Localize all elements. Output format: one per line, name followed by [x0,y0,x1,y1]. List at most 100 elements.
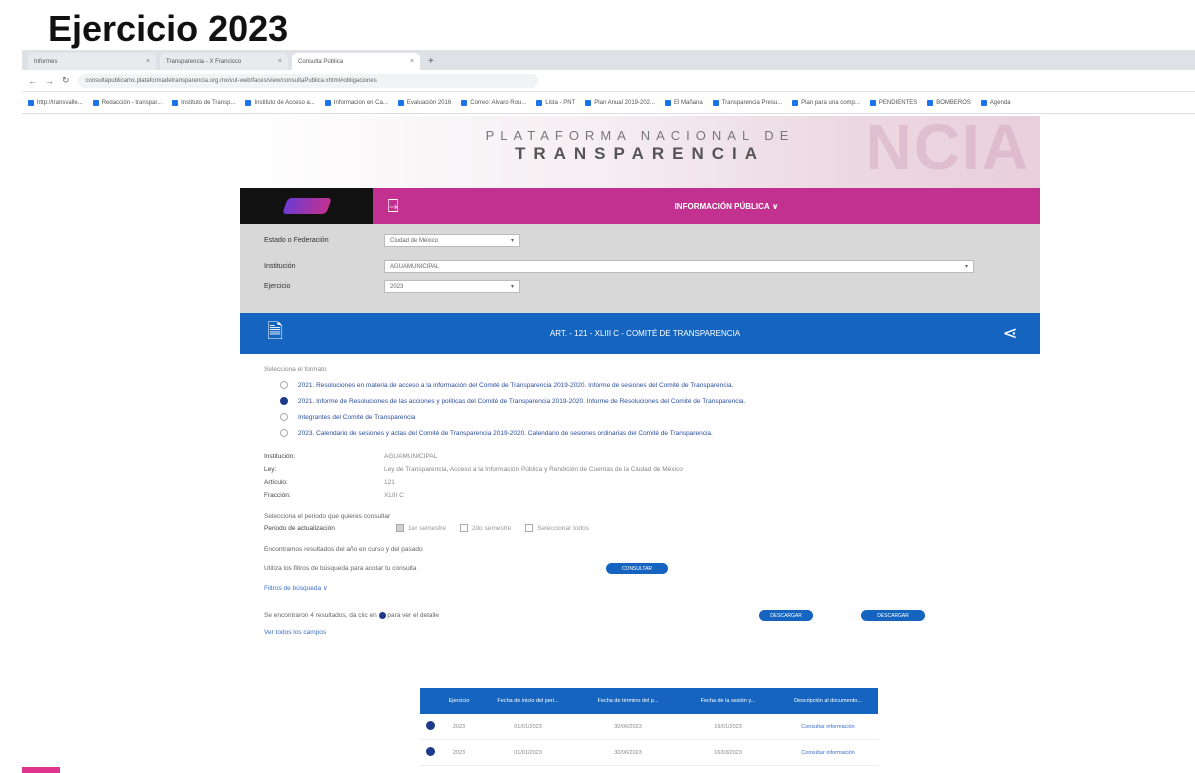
bookmarks-bar: http://transvalle... Redacción - transpa… [22,92,1195,114]
period-option-label: 1er semestre [408,524,446,532]
table-header-cell[interactable]: Fecha de inicio del peri... [478,698,578,704]
tab-label: Informes [34,58,58,65]
bookmark-item[interactable]: Transparencia Presu... [712,99,782,106]
bookmark-item[interactable]: Plan para una comp... [792,99,860,106]
article-bar: 🗎 ART. - 121 - XLIII C - COMITÉ DE TRANS… [240,313,1040,354]
bookmark-item[interactable]: Correo: Alvaro Rou... [461,99,526,106]
bookmark-icon [245,99,252,106]
radio-button[interactable] [280,381,288,389]
period-option[interactable]: 1er semestre [396,524,446,532]
format-option[interactable]: Integrantes del Comité de Transparencia [280,413,1016,421]
bookmark-item[interactable]: Agenda [980,99,1011,106]
table-cell-link[interactable]: Consultar información [778,724,878,730]
new-tab-icon[interactable]: + [428,56,434,70]
filters-hint: Utiliza los filtros de búsqueda para aco… [264,565,417,572]
bookmark-item[interactable]: BOMBEROS [927,99,971,106]
meta-value: Ley de Transparencia, Acceso a la Inform… [384,466,683,473]
close-icon[interactable]: × [146,58,150,65]
browser-tab-active[interactable]: Consulta Pública × [292,53,420,70]
meta-key: Institución: [264,453,296,460]
chevron-down-icon: ▾ [964,264,968,270]
formats-label: Selecciona el formato [264,366,327,373]
radio-button[interactable] [280,413,288,421]
table-cell-link[interactable]: Consultar información [778,750,878,756]
share-icon[interactable]: ⋖ [980,323,1040,344]
close-icon[interactable]: × [410,58,414,65]
reload-icon[interactable]: ↻ [62,75,70,86]
radio-button[interactable] [280,429,288,437]
institucion-select[interactable]: AGUAMUNICIPAL ▾ [384,260,974,273]
table-header-cell[interactable]: Ejercicio [440,698,478,704]
logo[interactable] [240,188,373,224]
info-publica-menu[interactable]: INFORMACIÓN PÚBLICA ∨ [413,188,1040,224]
bookmark-item[interactable]: Instituto de Acceso a... [245,99,315,106]
results-text: Se encontraron 4 resultados, da clic en [264,612,377,619]
url-input[interactable]: consultapublicamx.plataformadetransparen… [77,73,538,88]
download-pdf-button[interactable]: DESCARGAR [861,610,926,621]
bookmark-item[interactable]: http://transvalle... [28,99,83,106]
meta-key: Fracción: [264,492,291,499]
format-label: 2023. Calendario de sesiones y actas del… [298,429,713,437]
checkbox[interactable] [525,524,534,532]
checkbox-checked[interactable] [396,524,404,532]
close-icon[interactable]: × [278,58,282,65]
radio-button-selected[interactable] [280,397,288,405]
back-icon[interactable]: ← [28,76,37,86]
meta-value: AGUAMUNICIPAL [384,453,438,460]
hero-title-line2: TRANSPARENCIA [514,144,766,163]
hero-banner: NCIA PLATAFORMA NACIONAL DE TRANSPARENCI… [240,116,1040,188]
bookmark-icon [324,99,331,106]
tab-label: Transparencia - X Francisco [166,58,242,65]
chevron-down-icon: ▾ [510,238,514,244]
bookmark-label: BOMBEROS [936,99,971,106]
bookmark-item[interactable]: Evaluación 2016 [397,99,451,106]
table-cell: 2023 [452,723,466,730]
period-option[interactable]: 2do semestre [459,524,511,532]
format-option[interactable]: 2021. Resoluciones en materia de acceso … [280,381,1016,389]
bookmark-label: Instituto de Transp... [181,99,236,106]
results-link-text: para ver el detalle [387,612,440,619]
browser-tab[interactable]: Informes × [28,53,156,70]
bookmark-label: Redacción - transpar... [101,99,163,106]
table-header-cell[interactable]: Descripción al documento... [778,698,878,704]
bookmark-item[interactable]: Instituto de Transp... [172,99,236,106]
see-all-fields-link[interactable]: Ver todos los campos [264,629,1016,636]
format-option-selected[interactable]: 2021. Informe de Resoluciones de las acc… [280,397,1016,405]
chevron-down-icon: ▾ [510,284,514,290]
format-option[interactable]: 2023. Calendario de sesiones y actas del… [280,429,1016,437]
bookmark-item[interactable]: Lista - PNT [536,99,575,106]
login-door-icon[interactable]: ⍈ [373,188,413,224]
estado-value: Ciudad de México [390,237,439,244]
bookmark-icon [28,99,34,106]
table-row: 2023 01/01/2023 30/06/2023 19/01/2023 Co… [420,714,878,740]
meta-key: Ley: [264,466,277,473]
bookmark-item[interactable]: Plan Anual 2019-202... [585,99,655,106]
ejercicio-select[interactable]: 2023 ▾ [384,280,520,293]
table-cell: 16/03/2023 [714,749,742,756]
institucion-value: AGUAMUNICIPAL [390,263,440,270]
checkbox[interactable] [459,524,468,532]
search-filters-link[interactable]: Filtros de búsqueda ∨ [264,584,1016,592]
period-hint: Selecciona el periodo que quieres consul… [264,513,391,520]
bookmark-item[interactable]: El Mañana [665,99,703,106]
format-label: 2021. Informe de Resoluciones de las acc… [298,397,746,405]
bookmark-icon [712,99,719,106]
browser-window: Informes × Transparencia - X Francisco × C… [22,50,1195,116]
table-header-cell[interactable]: Fecha de término del p... [578,698,678,704]
table-header-cell[interactable]: Fecha de la sesión y... [678,698,778,704]
bookmark-label: El Mañana [674,99,703,106]
bookmark-label: Plan para una comp... [801,99,860,106]
period-option-label: Seleccionar todos [537,524,589,532]
bookmark-item[interactable]: PENDIENTES [869,99,917,106]
info-icon[interactable] [425,747,435,756]
info-icon[interactable] [425,721,435,730]
article-title: ART. - 121 - XLIII C - COMITÉ DE TRANSPA… [549,329,741,338]
consult-button[interactable]: CONSULTAR [606,563,668,574]
download-excel-button[interactable]: DESCARGAR [759,610,814,621]
period-option[interactable]: Seleccionar todos [525,524,589,532]
forward-icon[interactable]: → [45,76,54,86]
bookmark-item[interactable]: Redacción - transpar... [92,99,163,106]
estado-select[interactable]: Ciudad de México ▾ [384,234,520,247]
bookmark-item[interactable]: Informacion en Ca... [324,99,388,106]
browser-tab[interactable]: Transparencia - X Francisco × [160,53,288,70]
